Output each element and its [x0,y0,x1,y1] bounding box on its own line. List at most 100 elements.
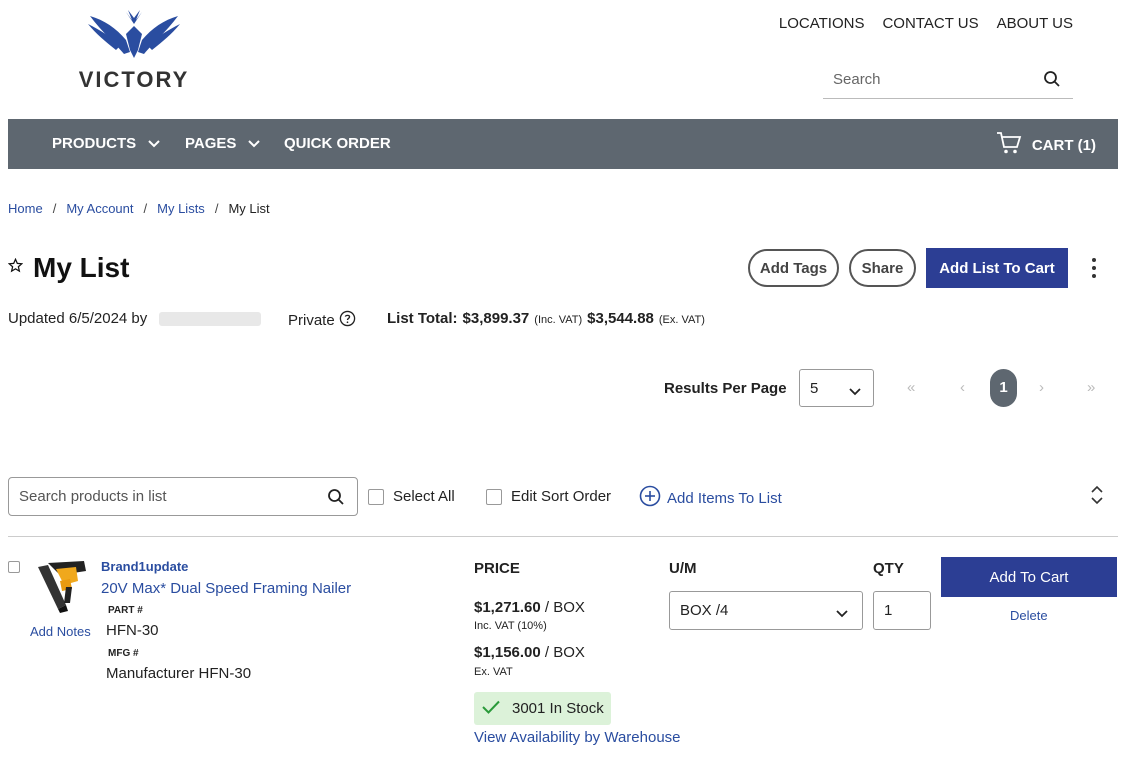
list-total-ex: $3,544.88 [587,310,654,327]
part-number-label: PART # [108,605,143,616]
add-tags-button[interactable]: Add Tags [748,249,839,287]
price-ex-unit: / BOX [544,644,585,661]
nailer-icon [38,561,86,613]
nav-pages[interactable]: PAGES [185,135,261,152]
top-link-contact-us[interactable]: CONTACT US [882,15,978,32]
breadcrumb-my-account[interactable]: My Account [66,201,133,216]
cart-label: CART (1) [1031,136,1096,154]
price-inc-vat: $1,271.60 / BOX [474,599,585,616]
add-to-cart-button[interactable]: Add To Cart [941,557,1117,597]
top-link-about-us[interactable]: ABOUT US [997,15,1073,32]
price-inc-note: Inc. VAT (10%) [474,620,547,632]
product-image[interactable] [30,557,90,617]
um-column-header: U/M [669,560,697,577]
page-title: My List [33,252,130,283]
more-options-icon[interactable] [1092,258,1096,278]
breadcrumb-separator: / [214,201,219,216]
mfg-number-label: MFG # [108,648,139,659]
redacted-username [159,312,261,326]
part-number-value: HFN-30 [106,622,159,639]
stock-badge: 3001 In Stock [474,692,611,725]
top-link-locations[interactable]: LOCATIONS [779,15,865,32]
list-total-label: List Total: [387,310,458,327]
breadcrumb-separator: / [143,201,148,216]
breadcrumb: Home / My Account / My Lists / My List [8,201,270,216]
price-inc-unit: / BOX [544,599,585,616]
prev-page-button[interactable]: ‹ [960,379,965,396]
price-column-header: PRICE [474,560,520,577]
updated-text: Updated 6/5/2024 by [8,310,148,327]
list-meta: Updated 6/5/2024 by Private List Total: … [8,310,1118,330]
search-icon[interactable] [1043,70,1061,93]
main-nav: PRODUCTS PAGES QUICK ORDER CART (1) [8,119,1118,169]
logo-wordmark: VICTORY [78,67,190,92]
select-all-label: Select All [393,488,455,505]
product-name-link[interactable]: 20V Max* Dual Speed Framing Nailer [101,580,351,597]
list-total: List Total: $3,899.37 (Inc. VAT) $3,544.… [387,310,705,327]
qty-column-header: QTY [873,560,904,577]
first-page-button[interactable]: « [907,379,915,396]
nav-products[interactable]: PRODUCTS [52,135,160,152]
header-search-input[interactable] [823,62,1033,96]
results-per-page-select[interactable]: 5 [799,369,874,407]
next-page-button[interactable]: › [1039,379,1044,396]
breadcrumb-current: My List [228,201,270,216]
inc-vat-note: (Inc. VAT) [534,314,583,326]
check-icon [482,700,500,718]
chevron-down-icon [849,383,861,400]
share-button[interactable]: Share [849,249,916,287]
breadcrumb-my-lists[interactable]: My Lists [157,201,205,216]
list-search [8,477,358,516]
help-icon[interactable] [339,310,356,331]
header-search [823,62,1073,99]
mfg-number-value: Manufacturer HFN-30 [106,665,252,682]
product-brand-link[interactable]: Brand1update [101,559,188,574]
breadcrumb-separator: / [52,201,57,216]
last-page-button[interactable]: » [1087,379,1095,396]
eagle-logo-icon [88,10,180,58]
um-select[interactable]: BOX /4 [669,591,863,630]
results-per-page-label: Results Per Page [664,380,787,397]
star-icon[interactable] [7,257,24,278]
title-row: My List [7,252,130,284]
add-items-to-list-link[interactable]: Add Items To List [639,485,782,511]
chevron-down-icon [148,135,160,152]
edit-sort-order-label: Edit Sort Order [511,488,612,505]
privacy-status: Private [288,310,356,331]
um-value: BOX /4 [680,602,729,619]
breadcrumb-home[interactable]: Home [8,201,43,216]
sort-toggle-icon[interactable] [1090,484,1104,511]
delete-item-link[interactable]: Delete [1010,608,1048,623]
add-items-label: Add Items To List [667,489,782,507]
results-per-page-value: 5 [810,380,819,397]
add-list-to-cart-button[interactable]: Add List To Cart [926,248,1068,288]
cart-icon [996,131,1022,159]
edit-sort-order[interactable]: Edit Sort Order [486,488,611,505]
view-availability-link[interactable]: View Availability by Warehouse [474,729,681,746]
list-search-input[interactable] [9,478,309,515]
plus-circle-icon [639,485,661,511]
top-links: LOCATIONS CONTACT US ABOUT US [779,15,1073,32]
search-icon[interactable] [327,488,345,511]
nav-cart[interactable]: CART (1) [996,131,1096,159]
list-total-inc: $3,899.37 [462,310,530,327]
price-ex-value: $1,156.00 [474,644,541,661]
add-notes-link[interactable]: Add Notes [30,624,91,639]
item-checkbox[interactable] [8,561,20,573]
price-inc-value: $1,271.60 [474,599,541,616]
select-all[interactable]: Select All [368,488,455,505]
chevron-down-icon [248,135,261,152]
current-page-button[interactable]: 1 [990,369,1017,407]
victory-logo[interactable]: VICTORY [70,10,198,96]
nav-quick-order[interactable]: QUICK ORDER [284,135,391,152]
edit-sort-order-checkbox[interactable] [486,488,502,505]
select-all-checkbox[interactable] [368,488,384,505]
nav-pages-label: PAGES [185,135,237,152]
price-ex-vat: $1,156.00 / BOX [474,644,585,661]
nav-quick-order-label: QUICK ORDER [284,135,391,152]
ex-vat-note: (Ex. VAT) [658,314,705,326]
qty-input[interactable] [873,591,931,630]
divider [8,536,1118,537]
nav-products-label: PRODUCTS [52,135,137,152]
chevron-down-icon [836,605,848,622]
